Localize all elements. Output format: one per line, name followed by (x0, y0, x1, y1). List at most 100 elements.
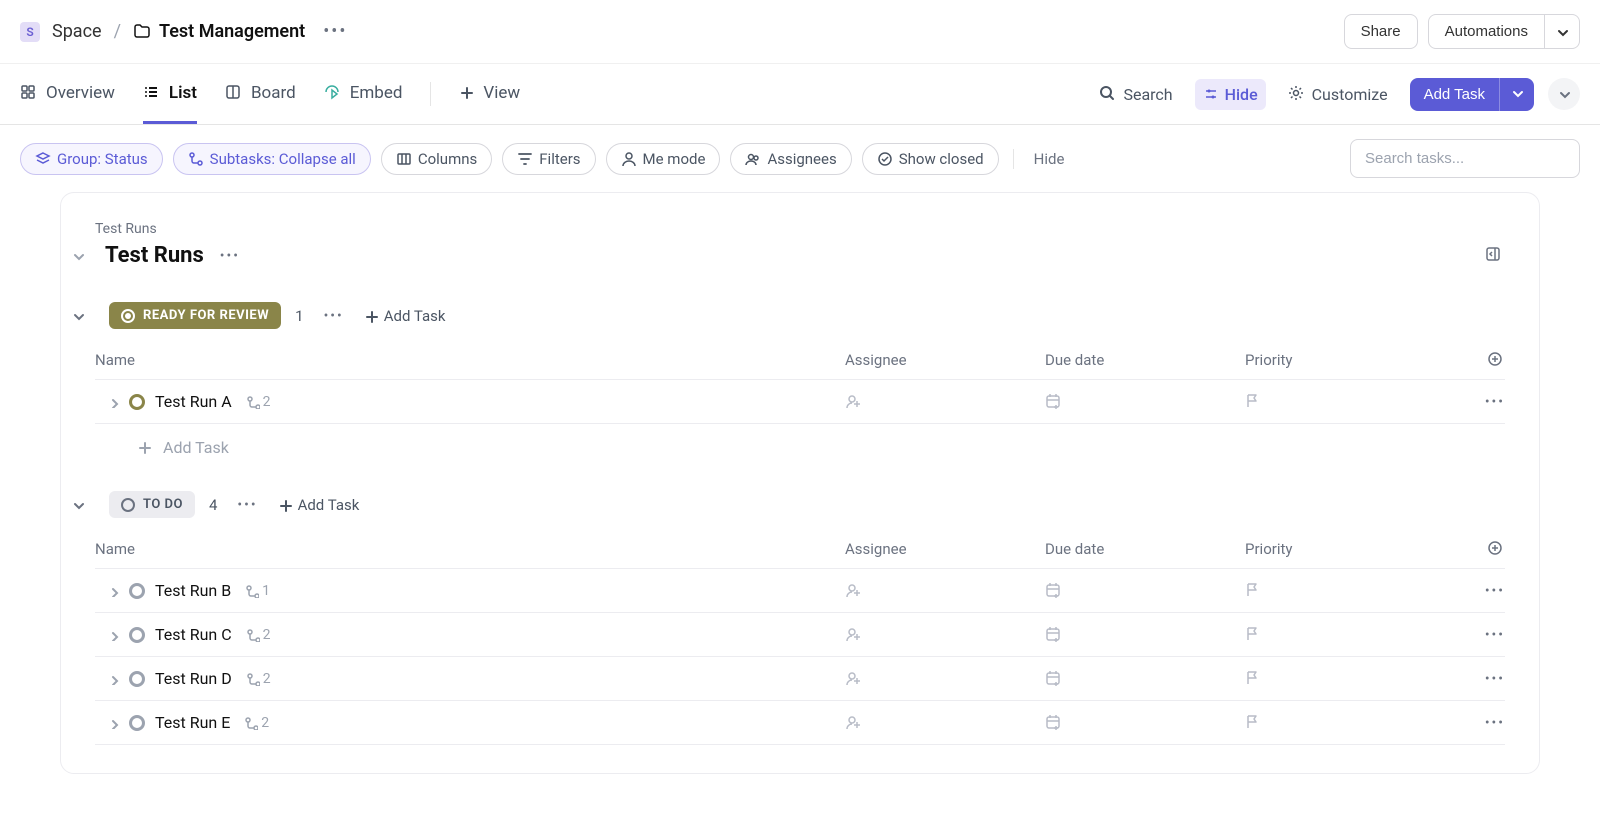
col-name-header[interactable]: Name (95, 540, 845, 558)
task-expand-caret[interactable] (107, 629, 119, 641)
priority-button[interactable] (1245, 670, 1445, 688)
add-column-button[interactable] (1487, 540, 1505, 558)
customize-button[interactable]: Customize (1280, 79, 1396, 110)
task-expand-caret[interactable] (107, 673, 119, 685)
group-add-task-button[interactable]: Add Task (364, 307, 446, 325)
add-column-button[interactable] (1487, 351, 1505, 369)
task-status-circle[interactable] (129, 715, 145, 731)
view-more-button[interactable] (1548, 78, 1580, 110)
share-button[interactable]: Share (1344, 14, 1418, 49)
tab-overview[interactable]: Overview (20, 64, 115, 124)
tab-embed[interactable]: Embed (324, 64, 403, 124)
due-date-button[interactable] (1045, 393, 1245, 411)
assignee-add-button[interactable] (845, 714, 1045, 732)
assignee-add-button[interactable] (845, 670, 1045, 688)
task-name[interactable]: Test Run D (155, 669, 232, 688)
filter-filters[interactable]: Filters (502, 143, 595, 175)
task-more-button[interactable]: ••• (1485, 715, 1505, 731)
add-task-button[interactable]: Add Task (1410, 78, 1499, 111)
task-name[interactable]: Test Run B (155, 581, 231, 600)
task-more-button[interactable]: ••• (1485, 394, 1505, 410)
due-date-button[interactable] (1045, 670, 1245, 688)
status-chip[interactable]: TO DO (109, 491, 195, 518)
add-task-row[interactable]: Add Task (95, 424, 1505, 457)
crumb-space[interactable]: Space (52, 21, 102, 42)
folder-crumb[interactable]: Test Runs (95, 221, 1505, 237)
subtask-count-badge[interactable]: 2 (244, 715, 269, 731)
task-row[interactable]: Test Run D 2 ••• (95, 657, 1505, 701)
space-badge[interactable]: S (20, 22, 40, 42)
add-view-button[interactable]: View (459, 64, 520, 124)
status-chip[interactable]: READY FOR REVIEW (109, 302, 281, 329)
subtask-icon (244, 716, 258, 730)
plus-icon (459, 85, 475, 101)
due-date-button[interactable] (1045, 582, 1245, 600)
task-status-circle[interactable] (129, 394, 145, 410)
col-priority-header[interactable]: Priority (1245, 351, 1445, 369)
filter-columns[interactable]: Columns (381, 143, 492, 175)
task-row[interactable]: Test Run E 2 ••• (95, 701, 1505, 745)
subtask-count: 2 (263, 627, 271, 643)
col-assignee-header[interactable]: Assignee (845, 540, 1045, 558)
task-status-circle[interactable] (129, 671, 145, 687)
task-more-button[interactable]: ••• (1485, 583, 1505, 599)
breadcrumb-more-button[interactable]: ••• (317, 19, 353, 44)
task-row[interactable]: Test Run A 2 ••• (95, 380, 1505, 424)
filter-show-closed[interactable]: Show closed (862, 143, 999, 175)
folder-more-button[interactable]: ••• (214, 246, 246, 266)
task-name[interactable]: Test Run A (155, 392, 232, 411)
subtask-count-badge[interactable]: 2 (246, 627, 271, 643)
task-expand-caret[interactable] (107, 396, 119, 408)
filter-me-mode[interactable]: Me mode (606, 143, 721, 175)
task-name[interactable]: Test Run C (155, 625, 232, 644)
col-assignee-header[interactable]: Assignee (845, 351, 1045, 369)
task-row[interactable]: Test Run C 2 ••• (95, 613, 1505, 657)
group-add-task-button[interactable]: Add Task (278, 496, 360, 514)
priority-button[interactable] (1245, 582, 1445, 600)
search-button[interactable]: Search (1091, 79, 1180, 110)
group-more-button[interactable]: ••• (231, 495, 263, 515)
board-icon (225, 84, 243, 102)
assignee-add-button[interactable] (845, 582, 1045, 600)
priority-button[interactable] (1245, 626, 1445, 644)
priority-button[interactable] (1245, 714, 1445, 732)
filter-subtasks[interactable]: Subtasks: Collapse all (173, 143, 371, 175)
add-view-label: View (483, 83, 520, 103)
add-task-caret-button[interactable] (1499, 78, 1534, 111)
filter-assignees[interactable]: Assignees (730, 143, 851, 175)
assignee-add-button[interactable] (845, 626, 1045, 644)
hide-toggle[interactable]: Hide (1195, 79, 1266, 110)
group-more-button[interactable]: ••• (318, 306, 350, 326)
automations-caret-button[interactable] (1545, 14, 1580, 49)
filter-hide-link[interactable]: Hide (1028, 150, 1071, 168)
plus-icon (278, 498, 292, 512)
task-status-circle[interactable] (129, 627, 145, 643)
task-expand-caret[interactable] (107, 585, 119, 597)
automations-button[interactable]: Automations (1428, 14, 1545, 49)
search-tasks-input[interactable] (1350, 139, 1580, 178)
subtask-count-badge[interactable]: 1 (245, 583, 270, 599)
crumb-folder[interactable]: Test Management (133, 21, 305, 42)
task-row[interactable]: Test Run B 1 ••• (95, 569, 1505, 613)
task-status-circle[interactable] (129, 583, 145, 599)
due-date-button[interactable] (1045, 626, 1245, 644)
task-more-button[interactable]: ••• (1485, 627, 1505, 643)
overview-icon (20, 84, 38, 102)
col-duedate-header[interactable]: Due date (1045, 351, 1245, 369)
subtask-count-badge[interactable]: 2 (246, 671, 271, 687)
customize-label: Customize (1312, 85, 1388, 104)
tab-list[interactable]: List (143, 64, 197, 124)
col-priority-header[interactable]: Priority (1245, 540, 1445, 558)
panel-toggle-button[interactable] (1485, 246, 1505, 266)
tab-board[interactable]: Board (225, 64, 296, 124)
col-name-header[interactable]: Name (95, 351, 845, 369)
due-date-button[interactable] (1045, 714, 1245, 732)
priority-button[interactable] (1245, 393, 1445, 411)
assignee-add-button[interactable] (845, 393, 1045, 411)
col-duedate-header[interactable]: Due date (1045, 540, 1245, 558)
task-more-button[interactable]: ••• (1485, 671, 1505, 687)
task-expand-caret[interactable] (107, 717, 119, 729)
task-name[interactable]: Test Run E (155, 713, 230, 732)
subtask-count-badge[interactable]: 2 (246, 394, 271, 410)
filter-group[interactable]: Group: Status (20, 143, 163, 175)
